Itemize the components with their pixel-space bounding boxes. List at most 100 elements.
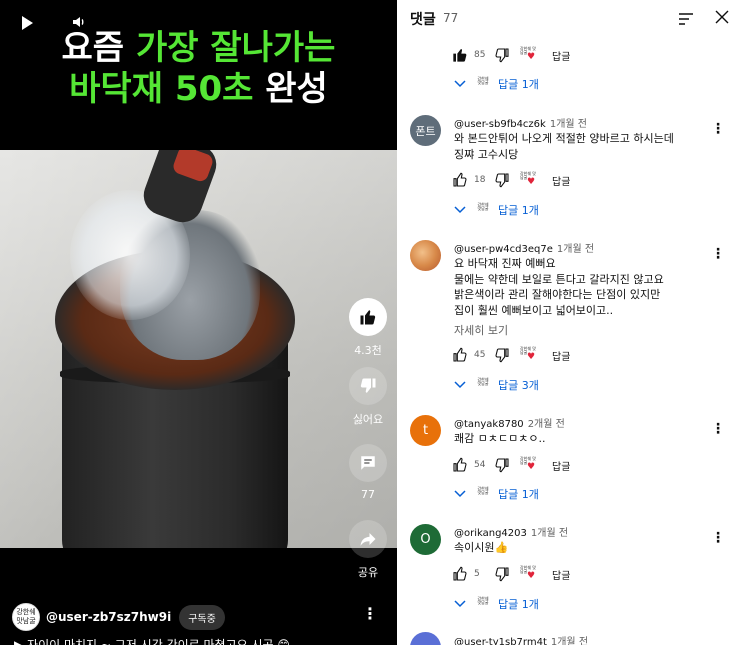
- share-icon: [349, 520, 387, 558]
- thumb-down-icon[interactable]: [494, 566, 510, 582]
- comment-meta: @user-ty1sb7rm4t 1개월 전: [454, 633, 588, 645]
- headline-line-2-white: 완성: [253, 69, 328, 110]
- close-icon[interactable]: [714, 9, 730, 25]
- comment-time[interactable]: 1개월 전: [531, 528, 568, 539]
- thumb-down-icon: [349, 367, 387, 405]
- heart-icon: ♥: [527, 52, 536, 62]
- video-caption[interactable]: ▶ 자이이 마치지 ~ 그저 시간 간이로 마쳤고요 시공 😊: [14, 636, 290, 645]
- headline-line-2: 바닥재 50초 완성: [0, 69, 397, 110]
- reply-button[interactable]: 답글: [552, 348, 570, 363]
- thumb-down-icon[interactable]: [494, 47, 510, 63]
- creator-mini-avatar: 강한쉐 맛남굴: [477, 596, 489, 605]
- chevron-down-icon: [454, 381, 466, 389]
- replies-count: 답글 3개: [498, 379, 539, 392]
- chevron-down-icon: [454, 600, 466, 608]
- more-vert-icon[interactable]: ⋮: [711, 421, 725, 437]
- comment-author[interactable]: @user-sb9fb4cz6k: [454, 119, 546, 130]
- view-replies-button[interactable]: 강한쉐 맛남굴 답글 1개: [454, 595, 539, 613]
- channel-avatar[interactable]: 강한쉐 맛남굴: [12, 603, 40, 631]
- read-more-link[interactable]: 자세히 보기: [454, 322, 508, 338]
- comments-panel: 댓글 77 85 강한쉐 맛남굴 ♥ 답글 강한쉐 맛남굴 답글 1개 폰트 @…: [397, 0, 743, 645]
- avatar[interactable]: t: [410, 415, 441, 446]
- channel-name[interactable]: @user-zb7sz7hw9i: [46, 610, 171, 624]
- comment-author[interactable]: @user-pw4cd3eq7e: [454, 244, 553, 255]
- comment-line: 속이시원👍: [454, 541, 509, 554]
- play-icon[interactable]: [22, 16, 33, 30]
- channel-avatar-text: 강한쉐 맛남굴: [16, 608, 36, 625]
- comment-line: 집이 훨씬 예뻐보이고 넓어보이고..: [454, 303, 614, 317]
- headline-line-1: 요즘 가장 잘나가는: [0, 28, 397, 69]
- creator-mini-avatar: 강한쉐 맛남굴: [477, 486, 489, 495]
- comment-time[interactable]: 1개월 전: [550, 119, 587, 130]
- comment-author[interactable]: @orikang4203: [454, 528, 527, 539]
- replies-count: 답글 1개: [498, 598, 539, 611]
- comments-button[interactable]: 77: [348, 444, 388, 501]
- comment-author[interactable]: @user-ty1sb7rm4t: [454, 637, 547, 645]
- more-vert-icon[interactable]: ⋮: [362, 604, 378, 623]
- comment-count: 77: [361, 488, 375, 501]
- dislike-label: 싫어요: [352, 413, 384, 426]
- chevron-down-icon: [454, 490, 466, 498]
- thumb-up-icon[interactable]: [452, 172, 468, 188]
- thumb-up-icon[interactable]: [452, 347, 468, 363]
- like-count: 54: [474, 460, 486, 470]
- more-vert-icon[interactable]: ⋮: [711, 530, 725, 546]
- comment-time[interactable]: 1개월 전: [557, 244, 594, 255]
- replies-count: 답글 1개: [498, 488, 539, 501]
- comment-line: 징쨔 고수시당: [454, 147, 519, 161]
- like-button[interactable]: 4.3천: [348, 298, 388, 358]
- share-button[interactable]: 공유: [348, 520, 388, 580]
- thumb-up-icon[interactable]: [452, 566, 468, 582]
- subscribe-button[interactable]: 구독중: [179, 604, 225, 630]
- comment-time[interactable]: 1개월 전: [551, 637, 588, 645]
- reply-button[interactable]: 답글: [552, 173, 570, 188]
- comment-meta: @orikang4203 1개월 전: [454, 524, 568, 539]
- thumb-up-icon: [349, 298, 387, 336]
- volume-icon[interactable]: [72, 15, 86, 29]
- comment-text: 와 본드안튀어 나오게 적절한 양바르고 하시는데 징쨔 고수시당: [454, 131, 674, 162]
- thumb-down-icon[interactable]: [494, 172, 510, 188]
- replies-count: 답글 1개: [498, 78, 539, 91]
- avatar-text: t: [422, 423, 429, 438]
- more-vert-icon[interactable]: ⋮: [711, 121, 725, 137]
- reply-button[interactable]: 답글: [552, 567, 570, 582]
- thumb-down-icon[interactable]: [494, 457, 510, 473]
- chevron-down-icon: [454, 80, 466, 88]
- headline-line-1-green: 가장 잘나가는: [135, 28, 336, 68]
- comment-actions: 5 강한쉐 맛남굴 ♥ 답글: [452, 565, 570, 583]
- more-vert-icon[interactable]: ⋮: [711, 246, 725, 262]
- view-replies-button[interactable]: 강한쉐 맛남굴 답글 3개: [454, 376, 539, 394]
- heart-icon: ♥: [527, 462, 536, 472]
- view-replies-button[interactable]: 강한쉐 맛남굴 답글 1개: [454, 75, 539, 93]
- creator-mini-avatar: 강한쉐 맛남굴: [477, 377, 489, 386]
- shorts-page: 요즘 가장 잘나가는 바닥재 50초 완성 4.3천 싫어요 77 공유 강한쉐…: [0, 0, 743, 645]
- thumb-up-icon[interactable]: [452, 47, 468, 63]
- avatar[interactable]: 폰트: [410, 115, 441, 146]
- view-replies-button[interactable]: 강한쉐 맛남굴 답글 1개: [454, 201, 539, 219]
- comment-author[interactable]: @tanyak8780: [454, 419, 524, 430]
- avatar[interactable]: O: [410, 524, 441, 555]
- comment-time[interactable]: 2개월 전: [528, 419, 565, 430]
- headline-line-2-green: 바닥재 50초: [69, 69, 254, 110]
- reply-button[interactable]: 답글: [552, 458, 570, 473]
- comment-text: 속이시원👍: [454, 540, 508, 556]
- avatar[interactable]: [410, 240, 441, 271]
- dislike-button[interactable]: 싫어요: [348, 367, 388, 427]
- like-count: 5: [474, 569, 480, 579]
- heart-icon: ♥: [527, 571, 536, 581]
- view-replies-button[interactable]: 강한쉐 맛남굴 답글 1개: [454, 485, 539, 503]
- comment-line: 쾌감 ㅁㅊㄷㅁㅊㅇ..: [454, 432, 546, 445]
- video-player[interactable]: 요즘 가장 잘나가는 바닥재 50초 완성 4.3천 싫어요 77 공유 강한쉐…: [0, 0, 397, 645]
- comment-line: 밝은색이라 관리 잘해야한다는 단점이 있지만: [454, 288, 661, 301]
- sort-icon[interactable]: [678, 11, 694, 25]
- comment-actions: 45 강한쉐 맛남굴 ♥ 답글: [452, 346, 570, 364]
- creator-heart: 강한쉐 맛남굴 ♥: [520, 347, 536, 363]
- comment-text: 쾌감 ㅁㅊㄷㅁㅊㅇ..: [454, 431, 545, 447]
- reply-button[interactable]: 답글: [552, 48, 570, 63]
- thumb-up-icon[interactable]: [452, 457, 468, 473]
- comment-line: 물에는 약한데 보일로 튼다고 갈라지진 않고요: [454, 272, 664, 286]
- avatar[interactable]: [410, 632, 441, 645]
- creator-heart: 강한쉐 맛남굴 ♥: [520, 47, 536, 63]
- comment-actions: 54 강한쉐 맛남굴 ♥ 답글: [452, 456, 570, 474]
- thumb-down-icon[interactable]: [494, 347, 510, 363]
